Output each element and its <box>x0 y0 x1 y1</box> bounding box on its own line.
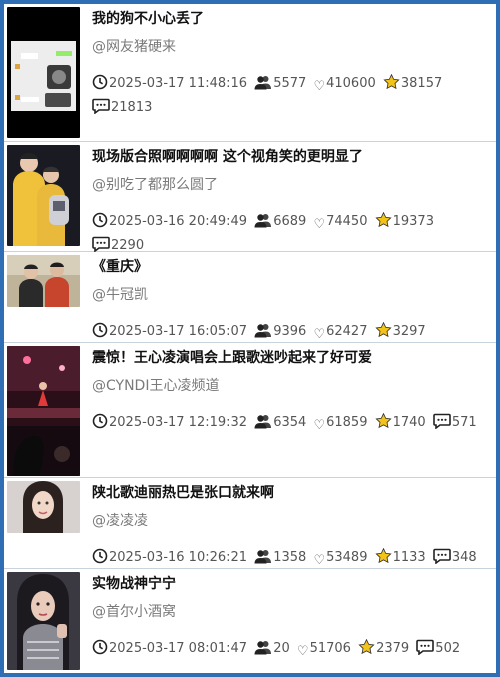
favorite-count: 3297 <box>392 324 426 339</box>
heart-icon: ♡ <box>313 217 326 232</box>
video-title[interactable]: 我的狗不小心丢了 <box>92 10 490 28</box>
clock-icon <box>92 74 108 97</box>
video-stats: 2025-03-17 11:48:16 5577 ♡410600 38157 2… <box>92 73 486 121</box>
comment-count: 2290 <box>111 238 145 253</box>
viewer-count: 20 <box>273 641 290 656</box>
feed-item[interactable]: 我的狗不小心丢了 @网友猪硬来 2025-03-17 11:48:16 5577… <box>4 4 496 142</box>
viewer-count: 6689 <box>273 214 307 229</box>
feed-item[interactable]: 现场版合照啊啊啊啊 这个视角笑的更明显了 @别吃了都那么圆了 2025-03-1… <box>4 142 496 253</box>
like-count: 51706 <box>309 641 351 656</box>
video-thumbnail[interactable] <box>7 255 80 307</box>
like-count: 62427 <box>326 324 368 339</box>
favorite-count: 19373 <box>392 214 434 229</box>
clock-icon <box>92 322 108 345</box>
people-icon <box>254 322 272 345</box>
like-count: 53489 <box>326 550 368 565</box>
star-icon <box>375 547 392 571</box>
star-icon <box>375 321 392 345</box>
publish-date: 2025-03-16 10:26:21 <box>109 550 248 565</box>
comment-icon <box>416 639 435 662</box>
viewer-count: 5577 <box>273 76 307 91</box>
feed-item[interactable]: 实物战神宁宁 @首尔小酒窝 2025-03-17 08:01:47 20 ♡51… <box>4 569 496 673</box>
clock-icon <box>92 413 108 436</box>
people-icon <box>254 74 272 97</box>
video-stats: 2025-03-16 10:26:21 1358 ♡53489 1133 348 <box>92 547 486 571</box>
author-name[interactable]: @网友猪硬来 <box>92 38 490 56</box>
feed-item[interactable]: 《重庆》 @牛冠凯 2025-03-17 16:05:07 9396 ♡6242… <box>4 252 496 363</box>
video-thumbnail[interactable] <box>7 145 80 246</box>
author-name[interactable]: @牛冠凯 <box>92 286 490 304</box>
like-count: 410600 <box>326 76 376 91</box>
people-icon <box>254 548 272 571</box>
comment-count: 348 <box>451 550 477 565</box>
comment-icon <box>433 413 451 436</box>
heart-icon: ♡ <box>313 327 326 342</box>
people-icon <box>254 413 272 436</box>
publish-date: 2025-03-17 12:19:32 <box>109 415 248 430</box>
publish-date: 2025-03-16 20:49:49 <box>109 214 248 229</box>
publish-date: 2025-03-17 08:01:47 <box>109 641 248 656</box>
viewer-count: 9396 <box>273 324 307 339</box>
comment-icon <box>433 548 451 571</box>
comment-count: 21813 <box>111 100 153 115</box>
star-icon <box>375 211 392 235</box>
heart-icon: ♡ <box>296 644 309 659</box>
heart-icon: ♡ <box>313 418 326 433</box>
video-title[interactable]: 实物战神宁宁 <box>92 575 490 593</box>
author-name[interactable]: @凌凌凌 <box>92 512 490 530</box>
heart-icon: ♡ <box>313 79 326 94</box>
viewer-count: 1358 <box>273 550 307 565</box>
video-thumbnail[interactable] <box>7 572 80 670</box>
feed-item[interactable]: 震惊！王心凌演唱会上跟歌迷吵起来了好可爱 @CYNDI王心凌频道 2025-03… <box>4 343 496 478</box>
video-stats: 2025-03-17 12:19:32 6354 ♡61859 1740 571 <box>92 412 486 436</box>
favorite-count: 1133 <box>392 550 426 565</box>
video-thumbnail[interactable] <box>7 346 80 476</box>
like-count: 74450 <box>326 214 368 229</box>
video-thumbnail[interactable] <box>7 7 80 138</box>
video-stats: 2025-03-17 08:01:47 20 ♡51706 2379 502 <box>92 638 486 662</box>
video-feed-list: 我的狗不小心丢了 @网友猪硬来 2025-03-17 11:48:16 5577… <box>4 4 496 673</box>
star-icon <box>375 412 392 436</box>
clock-icon <box>92 212 108 235</box>
star-icon <box>358 638 375 662</box>
video-title[interactable]: 现场版合照啊啊啊啊 这个视角笑的更明显了 <box>92 148 490 166</box>
author-name[interactable]: @CYNDI王心凌频道 <box>92 377 490 395</box>
heart-icon: ♡ <box>313 553 326 568</box>
like-count: 61859 <box>326 415 368 430</box>
star-icon <box>383 73 400 97</box>
clock-icon <box>92 548 108 571</box>
author-name[interactable]: @别吃了都那么圆了 <box>92 176 490 194</box>
favorite-count: 38157 <box>400 76 443 91</box>
publish-date: 2025-03-17 11:48:16 <box>109 76 248 91</box>
video-title[interactable]: 《重庆》 <box>92 258 490 276</box>
author-name[interactable]: @首尔小酒窝 <box>92 603 490 621</box>
publish-date: 2025-03-17 16:05:07 <box>109 324 248 339</box>
video-title[interactable]: 震惊！王心凌演唱会上跟歌迷吵起来了好可爱 <box>92 349 490 367</box>
favorite-count: 2379 <box>376 641 410 656</box>
people-icon <box>254 212 272 235</box>
comment-icon <box>92 98 110 121</box>
favorite-count: 1740 <box>392 415 426 430</box>
video-thumbnail[interactable] <box>7 481 80 533</box>
video-title[interactable]: 陕北歌迪丽热巴是张口就来啊 <box>92 484 490 502</box>
clock-icon <box>92 639 108 662</box>
viewer-count: 6354 <box>273 415 307 430</box>
comment-count: 571 <box>451 415 477 430</box>
comment-count: 502 <box>435 641 461 656</box>
feed-item[interactable]: 陕北歌迪丽热巴是张口就来啊 @凌凌凌 2025-03-16 10:26:21 1… <box>4 478 496 569</box>
people-icon <box>254 639 272 662</box>
